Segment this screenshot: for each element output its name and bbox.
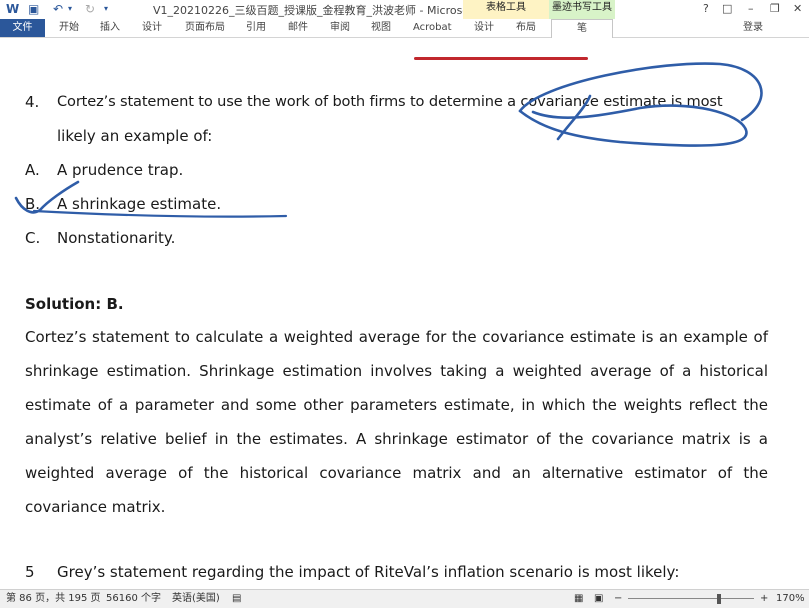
ribbon-display-icon[interactable]: □ <box>722 1 732 17</box>
zoom-level[interactable]: 170% <box>776 590 805 608</box>
tab-acrobat[interactable]: Acrobat <box>413 19 452 37</box>
login-link[interactable]: 登录 <box>743 19 763 37</box>
page-count[interactable]: 第 86 页，共 195 页 <box>6 590 101 608</box>
context-group-ink: 墨迹书写工具 <box>549 0 615 19</box>
context-group-table: 表格工具 <box>463 0 549 19</box>
customize-toolbar-icon[interactable]: ▾ <box>104 1 108 17</box>
tab-view[interactable]: 视图 <box>371 19 391 37</box>
tab-insert[interactable]: 插入 <box>100 19 120 37</box>
read-mode-icon[interactable]: ▦ <box>574 590 583 608</box>
minimize-icon[interactable]: – <box>748 1 754 17</box>
help-icon[interactable]: ? <box>703 1 709 17</box>
redo-icon[interactable]: ↻ <box>85 1 95 17</box>
tab-mailings[interactable]: 邮件 <box>288 19 308 37</box>
maximize-icon[interactable]: ❐ <box>770 1 780 17</box>
tab-table-design[interactable]: 设计 <box>474 19 494 37</box>
tab-file[interactable]: 文件 <box>0 19 45 37</box>
save-icon[interactable]: ▣ <box>28 1 39 17</box>
print-layout-icon[interactable]: ▣ <box>594 590 603 608</box>
close-icon[interactable]: ✕ <box>793 1 802 17</box>
ink-underline <box>32 209 288 218</box>
title-bar: W ▣ ↶ ▾ ↻ ▾ V1_20210226_三级百题_授课版_金程教育_洪波… <box>0 0 809 19</box>
ink-annotations <box>14 62 763 218</box>
macro-icon[interactable]: ▤ <box>232 590 241 608</box>
tab-page-layout[interactable]: 页面布局 <box>185 19 225 37</box>
undo-dropdown-icon[interactable]: ▾ <box>68 1 72 17</box>
ink-checkmark <box>14 180 80 214</box>
zoom-out-icon[interactable]: − <box>614 590 622 608</box>
status-bar: 第 86 页，共 195 页 56160 个字 英语(美国) ▤ ▦ ▣ − +… <box>0 589 809 608</box>
tab-table-layout[interactable]: 布局 <box>516 19 536 37</box>
ink-ellipse-top <box>518 62 763 122</box>
zoom-slider[interactable] <box>628 598 754 599</box>
tab-references[interactable]: 引用 <box>246 19 266 37</box>
language-indicator[interactable]: 英语(美国) <box>172 590 220 608</box>
tab-pen[interactable]: 笔 <box>551 19 613 39</box>
ink-ellipse <box>518 104 748 147</box>
window-title: V1_20210226_三级百题_授课版_金程教育_洪波老师 - Microso… <box>153 4 509 17</box>
tab-review[interactable]: 审阅 <box>330 19 350 37</box>
word-logo-icon: W <box>6 2 20 16</box>
tab-home[interactable]: 开始 <box>59 19 79 37</box>
zoom-in-icon[interactable]: + <box>760 590 768 608</box>
word-count[interactable]: 56160 个字 <box>106 590 161 608</box>
undo-icon[interactable]: ↶ <box>53 1 63 17</box>
tab-design[interactable]: 设计 <box>142 19 162 37</box>
ribbon-tabs: 文件 开始 插入 设计 页面布局 引用 邮件 审阅 视图 Acrobat 设计 … <box>0 19 809 55</box>
zoom-slider-thumb[interactable] <box>717 594 721 604</box>
document-area[interactable]: 4. Cortez’s statement to use the work of… <box>0 38 809 589</box>
